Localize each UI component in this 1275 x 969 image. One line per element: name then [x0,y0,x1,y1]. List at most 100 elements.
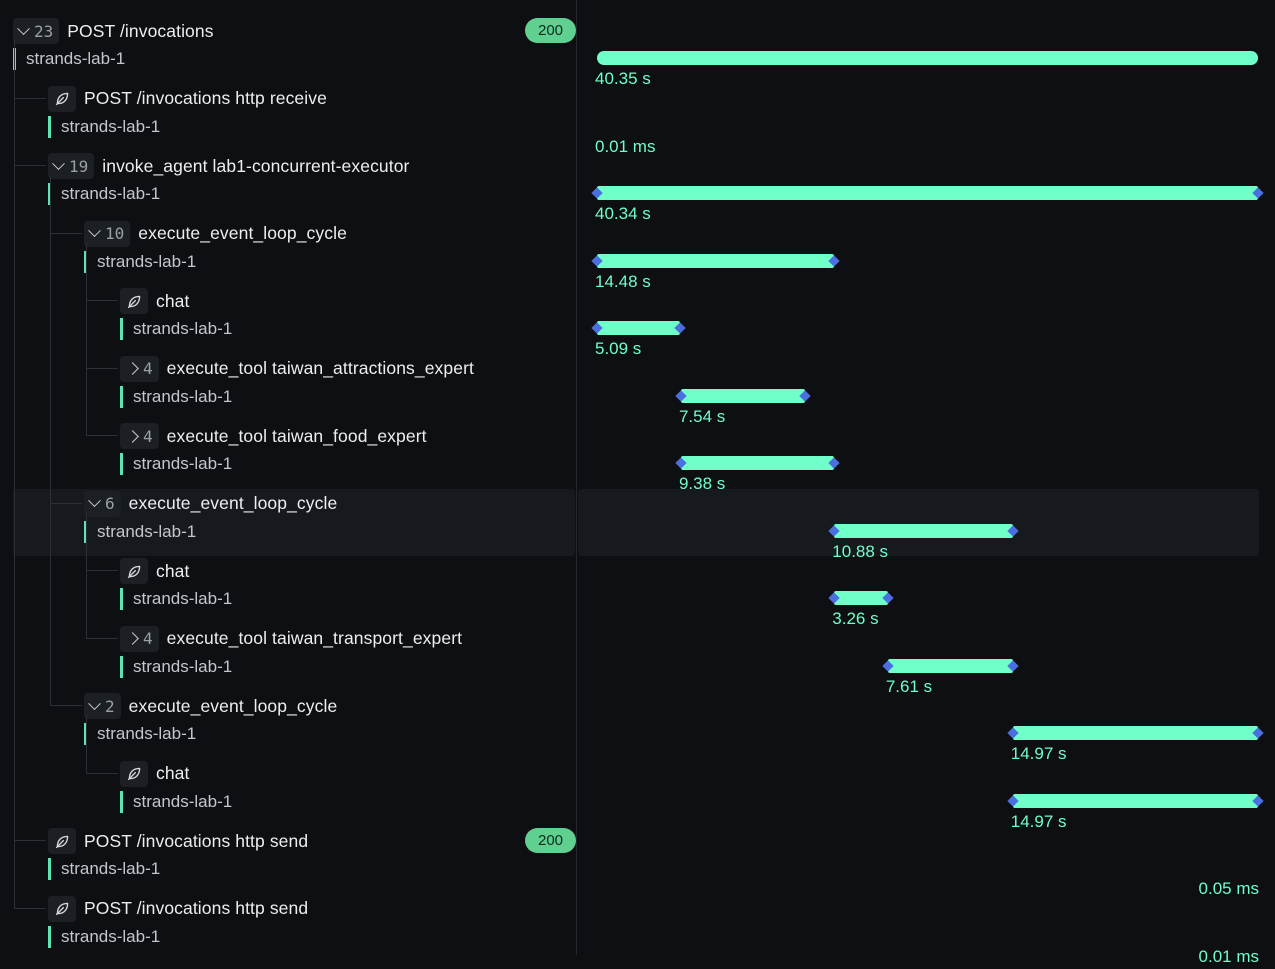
span-header[interactable]: 4 execute_tool taiwan_food_expert [120,421,427,451]
chevron-right-icon [126,429,139,443]
chevron-down-icon [88,494,101,508]
expand-toggle[interactable]: 4 [120,625,159,652]
duration-bar[interactable] [597,253,835,268]
collapse-toggle[interactable]: 2 [84,693,121,719]
span-header[interactable]: POST /invocations http receive [48,84,327,114]
duration-bar[interactable] [1012,726,1258,740]
tree-guide [14,97,46,99]
tree-guide-vertical [86,715,87,773]
span-row[interactable]: 4 execute_tool taiwan_food_expert strands-… [0,421,1275,493]
span-duration: 0.01 ms [1198,946,1259,966]
tree-guide [86,570,118,571]
service-name: strands-lab-1 [120,385,232,408]
span-header[interactable]: 23 POST /invocations [13,16,214,46]
leaf-icon [48,85,76,112]
leaf-icon [120,760,148,787]
span-header[interactable]: 6 execute_event_loop_cycle [84,489,337,519]
service-name: strands-lab-1 [120,453,232,475]
duration-bar[interactable] [597,321,681,335]
child-count: 10 [105,224,125,243]
tree-guide [50,705,82,706]
span-name: POST /invocations [67,20,214,41]
chevron-down-icon [52,156,65,170]
span-row[interactable]: 4 execute_tool taiwan_attractions_expert s… [0,354,1275,426]
span-name: invoke_agent lab1-concurrent-executor [102,155,410,176]
tree-guide [50,232,82,234]
span-header[interactable]: 10 execute_event_loop_cycle [84,219,347,249]
tree-guide [14,840,46,841]
status-badge: 200 [525,828,576,853]
service-name: strands-lab-1 [120,655,232,678]
service-name: strands-lab-1 [48,925,160,948]
status-badge: 200 [525,18,576,43]
service-name: strands-lab-1 [84,723,196,745]
span-header[interactable]: chat [120,759,189,789]
duration-bar[interactable] [597,186,1258,200]
child-count: 4 [143,426,153,446]
child-count: 23 [34,21,54,41]
chevron-down-icon [17,21,30,35]
chevron-right-icon [126,632,139,645]
child-count: 19 [69,156,89,176]
leaf-icon [48,828,76,854]
span-row[interactable]: 10 execute_event_loop_cycle strands-lab-1 1… [0,219,1275,291]
duration-bar[interactable] [597,51,1258,65]
span-header[interactable]: chat [120,286,189,316]
duration-bar[interactable] [887,658,1013,673]
span-row[interactable]: POST /invocations http send strands-lab-1… [0,826,1275,898]
duration-bar[interactable] [834,523,1013,538]
collapse-toggle[interactable]: 19 [48,153,95,179]
span-header[interactable]: 2 execute_event_loop_cycle [84,691,337,721]
span-row[interactable]: 19 invoke_agent lab1-concurrent-executor s… [0,151,1275,223]
collapse-toggle[interactable]: 6 [84,490,121,517]
tree-guide [86,367,118,369]
span-row[interactable]: 23 POST /invocations strands-lab-1 200 40.35… [0,16,1275,88]
timeline-highlight [578,488,1259,556]
service-name: strands-lab-1 [48,858,160,880]
span-name: chat [156,763,190,783]
collapse-toggle[interactable]: 10 [84,220,131,247]
service-name: strands-lab-1 [120,318,232,340]
child-count: 6 [105,494,115,513]
tree-guide-vertical [86,242,87,435]
span-name: execute_event_loop_cycle [128,493,338,513]
span-name: POST /invocations http send [84,898,309,918]
span-name: execute_tool taiwan_transport_expert [166,628,463,648]
service-name: strands-lab-1 [84,250,196,273]
span-name: POST /invocations http receive [84,88,327,108]
trace-waterfall: 23 POST /invocations strands-lab-1 200 40.35… [0,0,1275,969]
span-row[interactable]: POST /invocations http send strands-lab-1… [0,894,1275,966]
span-row[interactable]: 2 execute_event_loop_cycle strands-lab-1 14… [0,691,1275,763]
leaf-icon [48,895,76,922]
expand-toggle[interactable]: 4 [120,423,159,449]
span-row[interactable]: POST /invocations http receive strands-la… [0,84,1275,156]
span-header[interactable]: chat [120,556,189,586]
child-count: 4 [143,629,153,648]
child-count: 2 [105,696,115,716]
tree-guide-vertical [14,40,15,908]
expand-toggle[interactable]: 4 [120,355,159,382]
duration-bar[interactable] [680,456,835,470]
duration-bar[interactable] [1012,793,1258,808]
collapse-toggle[interactable]: 23 [13,18,60,44]
tree-guide [86,300,118,301]
chevron-down-icon [88,224,101,238]
span-row[interactable]: chat strands-lab-1 3.26 s [0,556,1275,628]
span-header[interactable]: POST /invocations http send [48,826,308,856]
span-header[interactable]: POST /invocations http send [48,894,308,924]
service-name: strands-lab-1 [48,115,160,138]
duration-bar[interactable] [834,591,888,605]
span-row[interactable]: chat strands-lab-1 5.09 s [0,286,1275,358]
span-header[interactable]: 4 execute_tool taiwan_attractions_expert [120,354,474,384]
service-name: strands-lab-1 [120,588,232,610]
span-header[interactable]: 4 execute_tool taiwan_transport_expert [120,624,462,654]
child-count: 4 [143,359,153,378]
span-row[interactable]: 6 execute_event_loop_cycle strands-lab-1 10… [0,488,1275,561]
span-row[interactable]: 4 execute_tool taiwan_transport_expertstr… [0,624,1275,696]
duration-bar[interactable] [680,388,805,403]
span-header[interactable]: 19 invoke_agent lab1-concurrent-executor [48,151,409,181]
service-name: strands-lab-1 [120,790,232,813]
leaf-icon [120,288,148,314]
tree-guide-vertical [86,512,87,638]
span-row[interactable]: chat strands-lab-1 14.97 s [0,759,1275,831]
